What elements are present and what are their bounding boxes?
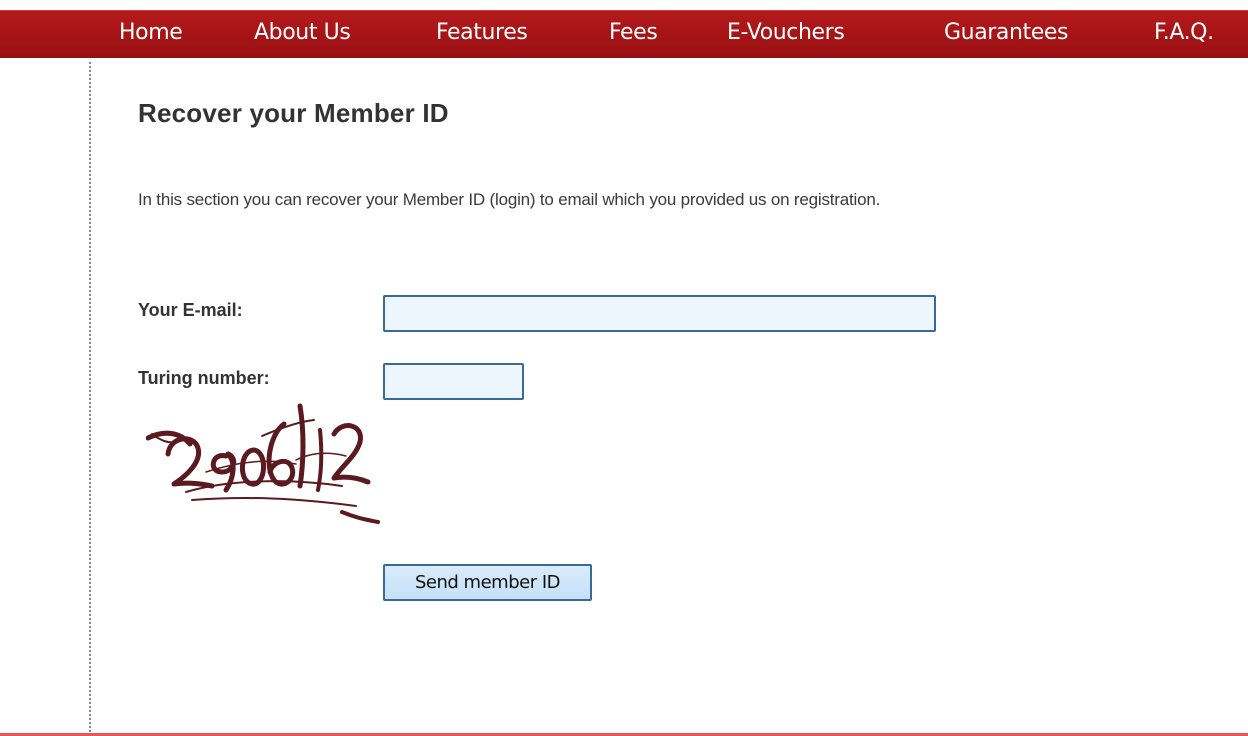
nav-item-faq[interactable]: F.A.Q. bbox=[1154, 10, 1214, 58]
nav-item-features[interactable]: Features bbox=[436, 10, 528, 58]
captcha-image bbox=[145, 400, 384, 528]
email-input[interactable] bbox=[383, 295, 936, 332]
page-title: Recover your Member ID bbox=[138, 98, 449, 128]
top-navigation-bar: Home About Us Features Fees E-Vouchers G… bbox=[0, 10, 1248, 58]
turing-number-input[interactable] bbox=[383, 363, 524, 400]
email-label: Your E-mail: bbox=[138, 300, 243, 320]
nav-item-home[interactable]: Home bbox=[119, 10, 183, 58]
content-left-border bbox=[89, 62, 91, 732]
page: Home About Us Features Fees E-Vouchers G… bbox=[0, 0, 1248, 736]
turing-number-label: Turing number: bbox=[138, 368, 270, 388]
nav-item-about-us[interactable]: About Us bbox=[254, 10, 351, 58]
nav-item-fees[interactable]: Fees bbox=[609, 10, 658, 58]
nav-item-guarantees[interactable]: Guarantees bbox=[944, 10, 1069, 58]
nav-item-e-vouchers[interactable]: E-Vouchers bbox=[727, 10, 845, 58]
intro-text: In this section you can recover your Mem… bbox=[138, 190, 881, 209]
send-member-id-button[interactable]: Send member ID bbox=[383, 564, 592, 601]
